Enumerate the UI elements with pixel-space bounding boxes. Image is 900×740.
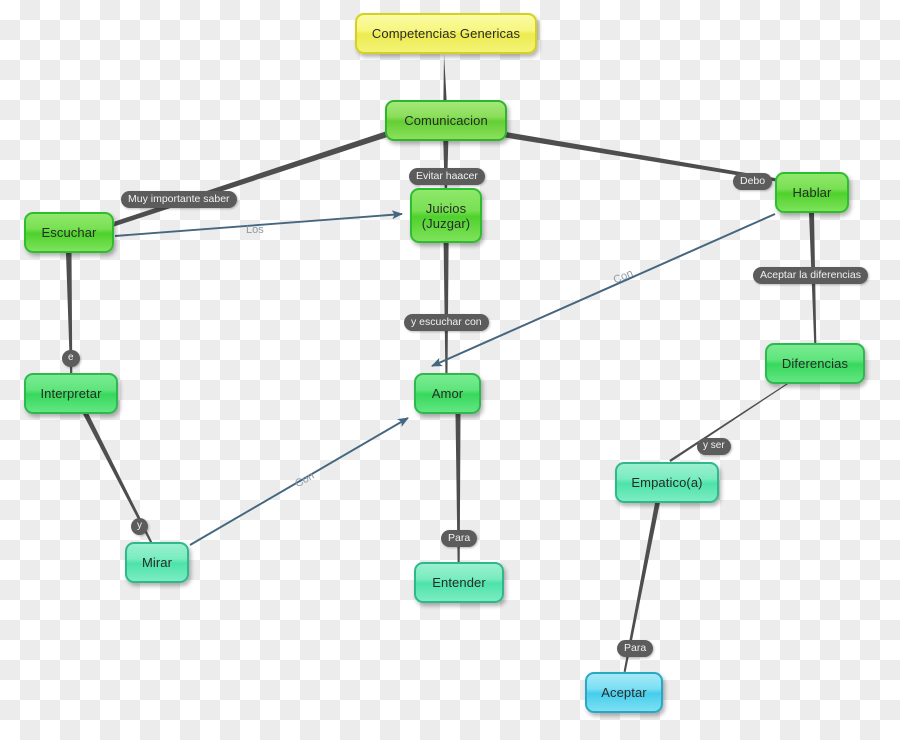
node-juicios-juzgar[interactable]: Juicios (Juzgar): [410, 188, 482, 243]
edge-label-y-ser[interactable]: y ser: [697, 438, 731, 455]
node-diferencias[interactable]: Diferencias: [765, 343, 865, 384]
node-label: Entender: [432, 575, 486, 590]
node-entender[interactable]: Entender: [414, 562, 504, 603]
node-comunicacion[interactable]: Comunicacion: [385, 100, 507, 141]
arrow-label-los: Los: [246, 224, 264, 236]
node-label: Amor: [431, 386, 464, 401]
node-interpretar[interactable]: Interpretar: [24, 373, 118, 414]
edge-juicios-amor: [443, 243, 449, 373]
edge-label-y-escuchar-con[interactable]: y escuchar con: [404, 314, 489, 331]
edge-competencias-comunicacion: [443, 54, 447, 100]
node-label: Hablar: [792, 185, 832, 200]
concept-map-canvas: Competencias Genericas Comunicacion Escu…: [0, 0, 900, 740]
edge-hablar-amor-arrow: [431, 213, 776, 367]
node-label: Diferencias: [781, 356, 849, 371]
edge-label-evitar-haacer[interactable]: Evitar haacer: [409, 168, 485, 185]
edge-label-aceptar-la-diferencias[interactable]: Aceptar la diferencias: [753, 267, 868, 284]
node-amor[interactable]: Amor: [414, 373, 481, 414]
node-empatico[interactable]: Empatico(a): [615, 462, 719, 503]
node-label: Comunicacion: [404, 113, 488, 128]
edge-label-para-entender[interactable]: Para: [441, 530, 478, 547]
edge-label-muy-importante-saber[interactable]: Muy importante saber: [121, 191, 237, 208]
edge-label-y[interactable]: y: [131, 518, 148, 535]
node-label: Aceptar: [601, 685, 647, 700]
edge-comunicacion-escuchar: [114, 131, 389, 227]
node-label: Interpretar: [40, 386, 102, 401]
node-hablar[interactable]: Hablar: [775, 172, 849, 213]
node-mirar[interactable]: Mirar: [125, 542, 189, 583]
node-label: Competencias Genericas: [371, 26, 521, 41]
edge-label-e[interactable]: e: [62, 350, 80, 367]
node-label: Escuchar: [41, 225, 97, 240]
node-competencias-genericas[interactable]: Competencias Genericas: [355, 13, 537, 54]
edge-label-debo[interactable]: Debo: [733, 173, 773, 190]
node-label: Juicios (Juzgar): [421, 200, 471, 231]
edge-label-para-aceptar[interactable]: Para: [617, 640, 654, 657]
node-aceptar[interactable]: Aceptar: [585, 672, 663, 713]
node-escuchar[interactable]: Escuchar: [24, 212, 114, 253]
node-label: Mirar: [141, 555, 173, 570]
node-label: Empatico(a): [631, 475, 703, 490]
